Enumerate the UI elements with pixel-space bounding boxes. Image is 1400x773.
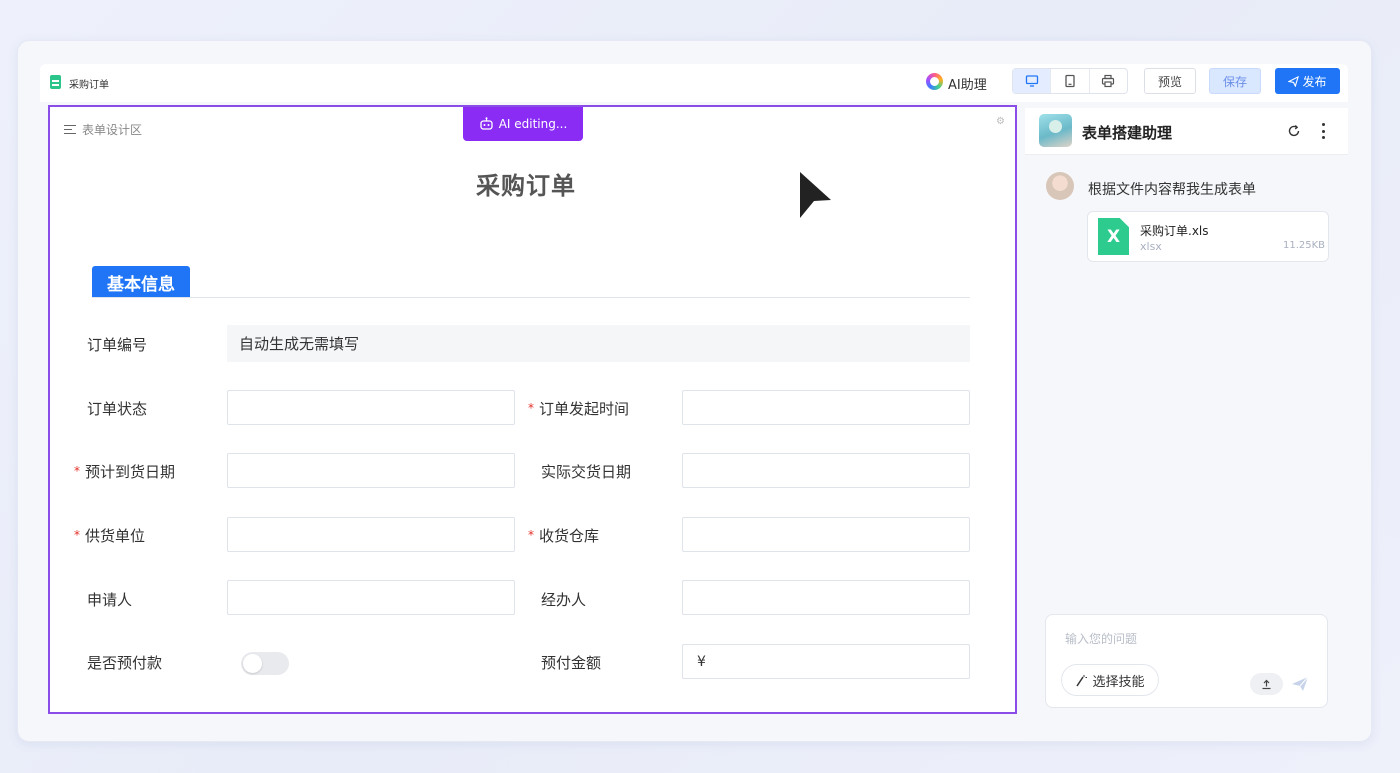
ai-assistant-icon[interactable] bbox=[926, 73, 943, 90]
user-message: 根据文件内容帮我生成表单 bbox=[1088, 182, 1256, 198]
applicant-input[interactable] bbox=[227, 580, 515, 615]
tablet-view-button[interactable] bbox=[1051, 69, 1090, 93]
prepay-toggle[interactable] bbox=[241, 652, 289, 675]
ai-editing-badge: AI editing... bbox=[463, 107, 583, 141]
send-message-icon[interactable] bbox=[1291, 676, 1309, 692]
actual-date-label: 实际交货日期 bbox=[541, 463, 632, 481]
select-skill-label: 选择技能 bbox=[1092, 674, 1145, 690]
mouse-cursor-icon bbox=[800, 172, 831, 218]
save-button[interactable]: 保存 bbox=[1209, 68, 1261, 94]
excel-file-icon: X bbox=[1098, 218, 1129, 255]
more-options-icon[interactable] bbox=[1316, 123, 1330, 139]
warehouse-input[interactable] bbox=[682, 517, 970, 552]
ai-editing-label: AI editing... bbox=[498, 117, 568, 131]
prepay-amount-input[interactable]: ¥ bbox=[682, 644, 970, 679]
device-switcher bbox=[1012, 68, 1128, 94]
prepay-amount-label: 预付金额 bbox=[541, 654, 602, 672]
robot-icon bbox=[480, 117, 493, 130]
warehouse-label: * 收货仓库 bbox=[528, 527, 600, 545]
file-name: 采购订单.xls bbox=[1140, 224, 1209, 238]
supplier-input[interactable] bbox=[227, 517, 515, 552]
file-extension: xlsx bbox=[1140, 240, 1162, 253]
actual-date-input[interactable] bbox=[682, 453, 970, 488]
ai-assistant-button[interactable]: AI助理 bbox=[948, 74, 987, 93]
order-status-input[interactable] bbox=[227, 390, 515, 425]
file-size: 11.25KB bbox=[1283, 240, 1326, 251]
design-area-header: 表单设计区 bbox=[64, 121, 142, 138]
publish-label: 发布 bbox=[1302, 74, 1327, 89]
monitor-icon bbox=[1025, 75, 1038, 87]
tablet-icon bbox=[1065, 74, 1075, 88]
print-view-button[interactable] bbox=[1090, 69, 1127, 93]
preview-button[interactable]: 预览 bbox=[1144, 68, 1196, 94]
document-icon bbox=[50, 75, 61, 89]
chat-input-placeholder[interactable]: 输入您的问题 bbox=[1065, 630, 1137, 647]
magic-wand-icon bbox=[1076, 674, 1088, 686]
section-title-basic-info[interactable]: 基本信息 bbox=[92, 266, 190, 298]
upload-icon bbox=[1262, 679, 1271, 689]
user-avatar bbox=[1046, 172, 1074, 200]
assistant-avatar bbox=[1039, 114, 1072, 147]
applicant-label: 申请人 bbox=[87, 591, 133, 609]
settings-corner-icon[interactable]: ⚙ bbox=[996, 116, 1005, 127]
order-status-label: 订单状态 bbox=[87, 400, 148, 418]
document-title: 采购订单 bbox=[69, 80, 109, 91]
refresh-icon[interactable] bbox=[1287, 124, 1301, 138]
required-mark: * bbox=[74, 464, 80, 478]
order-no-label: 订单编号 bbox=[87, 336, 148, 354]
handler-label: 经办人 bbox=[541, 591, 587, 609]
publish-button[interactable]: 发布 bbox=[1275, 68, 1340, 94]
menu-icon[interactable] bbox=[64, 124, 76, 135]
required-mark: * bbox=[528, 528, 534, 542]
desktop-view-button[interactable] bbox=[1013, 69, 1052, 93]
upload-button[interactable] bbox=[1250, 673, 1283, 695]
section-divider bbox=[92, 297, 970, 298]
select-skill-button[interactable]: 选择技能 bbox=[1061, 664, 1159, 696]
required-mark: * bbox=[74, 528, 80, 542]
printer-icon bbox=[1102, 74, 1115, 88]
form-title[interactable]: 采购订单 bbox=[476, 166, 576, 201]
order-no-field: 自动生成无需填写 bbox=[227, 325, 970, 362]
order-time-input[interactable] bbox=[682, 390, 970, 425]
expected-date-input[interactable] bbox=[227, 453, 515, 488]
design-area-label: 表单设计区 bbox=[82, 123, 143, 137]
required-mark: * bbox=[528, 401, 534, 415]
order-time-label: * 订单发起时间 bbox=[528, 400, 630, 418]
assistant-title: 表单搭建助理 bbox=[1082, 124, 1173, 142]
send-icon bbox=[1288, 75, 1300, 87]
expected-date-label: * 预计到货日期 bbox=[74, 463, 176, 481]
prepay-label: 是否预付款 bbox=[87, 654, 163, 672]
supplier-label: * 供货单位 bbox=[74, 527, 146, 545]
handler-input[interactable] bbox=[682, 580, 970, 615]
